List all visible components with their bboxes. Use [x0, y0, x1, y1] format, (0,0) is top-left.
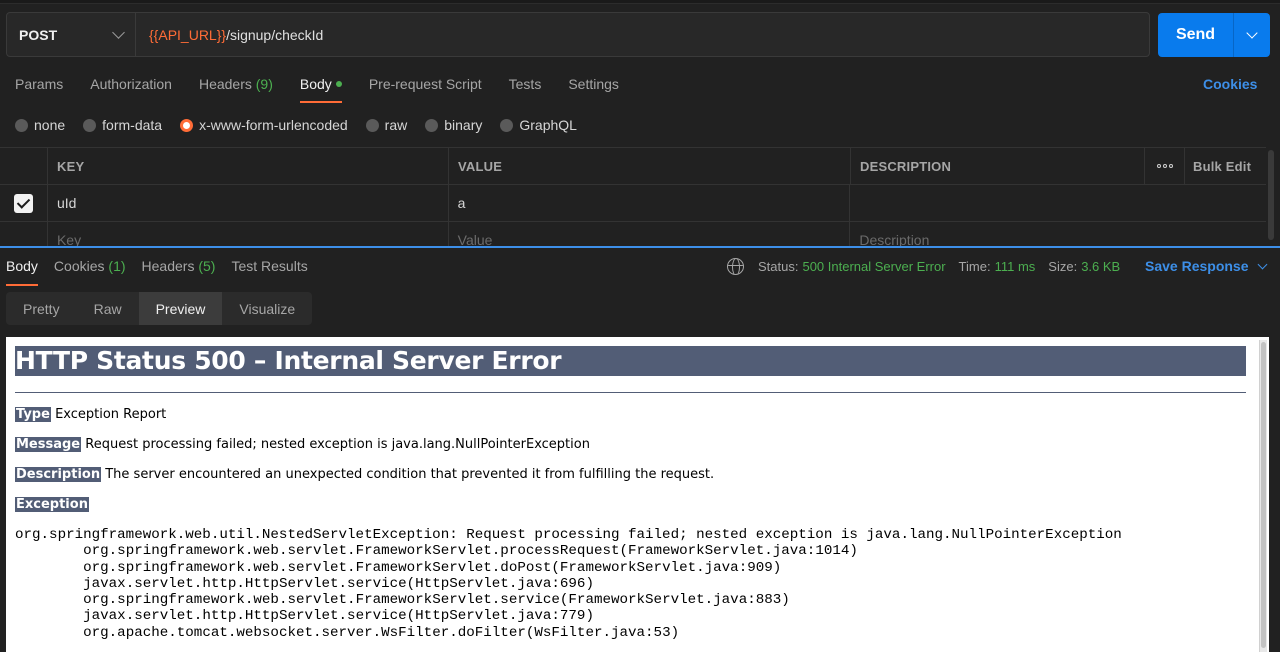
- resp-tab-test-results[interactable]: Test Results: [231, 258, 307, 280]
- preview-scrollbar[interactable]: [1259, 340, 1267, 652]
- response-tabs: Body Cookies (1) Headers (5) Test Result…: [6, 258, 324, 286]
- radio-circle-icon: [425, 118, 439, 132]
- table-scrollbar[interactable]: [1268, 150, 1274, 240]
- pane-resize-handle[interactable]: [0, 246, 1280, 248]
- radio-raw[interactable]: raw: [365, 117, 407, 133]
- send-button[interactable]: Send: [1158, 13, 1234, 57]
- method-label: POST: [19, 26, 58, 43]
- url-variable: {{API_URL}}: [149, 26, 227, 43]
- view-tab-preview[interactable]: Preview: [138, 292, 223, 325]
- description-cell[interactable]: [850, 185, 1266, 221]
- chevron-down-icon: [1257, 259, 1267, 269]
- chevron-down-icon: [1246, 27, 1258, 39]
- cookies-count: (1): [108, 258, 126, 274]
- cookies-link[interactable]: Cookies: [1203, 76, 1257, 92]
- request-bar: POST {{API_URL}}/signup/checkId: [6, 12, 1150, 57]
- more-options-button[interactable]: [1145, 148, 1185, 184]
- resp-tab-cookies[interactable]: Cookies (1): [54, 258, 126, 280]
- type-label: Type: [15, 407, 51, 422]
- bulk-edit-button[interactable]: Bulk Edit: [1185, 148, 1266, 184]
- key-cell[interactable]: uId: [48, 185, 449, 221]
- stack-trace: org.springframework.web.util.NestedServl…: [15, 527, 1122, 641]
- message-label: Message: [15, 437, 82, 452]
- type-line: Type Exception Report: [15, 407, 167, 422]
- radio-form-data[interactable]: form-data: [83, 117, 162, 133]
- url-path: /signup/checkId: [226, 26, 324, 43]
- resp-tab-body[interactable]: Body: [6, 258, 38, 286]
- save-response-button[interactable]: Save Response: [1145, 258, 1267, 274]
- method-select[interactable]: POST: [7, 13, 136, 56]
- radio-circle-icon: [15, 118, 28, 132]
- radio-circle-icon: [365, 118, 379, 132]
- description-input[interactable]: Description: [850, 222, 1266, 246]
- key-input[interactable]: Key: [48, 222, 449, 246]
- response-status: Status: 500 Internal Server Error Time: …: [727, 257, 1133, 275]
- tab-tests[interactable]: Tests: [509, 74, 542, 104]
- column-header-value: VALUE: [449, 148, 851, 184]
- tab-body[interactable]: Body: [299, 74, 342, 104]
- table-row-empty: Key Value Description: [0, 222, 1266, 246]
- params-table: KEY VALUE DESCRIPTION Bulk Edit uId a Ke…: [0, 147, 1266, 246]
- modified-dot-icon: [335, 80, 342, 87]
- chevron-down-icon: [112, 25, 125, 39]
- row-enabled-checkbox[interactable]: [13, 193, 33, 213]
- tab-pre-request-script[interactable]: Pre-request Script: [369, 74, 482, 104]
- radio-binary[interactable]: binary: [425, 117, 482, 133]
- response-preview: HTTP Status 500 – Internal Server Error …: [6, 337, 1269, 652]
- message-line: Message Request processing failed; neste…: [15, 437, 590, 452]
- request-tabs: Params Authorization Headers (9) Body Pr…: [15, 74, 646, 104]
- radio-circle-icon: [500, 118, 514, 132]
- radio-graphql[interactable]: GraphQL: [500, 117, 577, 133]
- time-value[interactable]: 111 ms: [995, 259, 1036, 274]
- send-options-button[interactable]: [1234, 13, 1270, 57]
- size-value[interactable]: 3.6 KB: [1081, 259, 1120, 274]
- window-top-strip: [0, 0, 1280, 4]
- tab-params[interactable]: Params: [15, 74, 63, 104]
- exception-line: Exception: [15, 497, 1255, 513]
- headers-count: (9): [255, 76, 273, 92]
- description-line: Description The server encountered an un…: [15, 467, 715, 482]
- table-row: uId a: [0, 185, 1266, 222]
- error-title: HTTP Status 500 – Internal Server Error: [15, 346, 1246, 376]
- body-type-radios: none form-data x-www-form-urlencoded raw…: [15, 116, 595, 134]
- resp-headers-count: (5): [198, 258, 216, 274]
- view-tab-visualize[interactable]: Visualize: [222, 292, 312, 325]
- description-label: Description: [15, 467, 102, 482]
- radio-selected-icon: [180, 118, 194, 132]
- status-value[interactable]: 500 Internal Server Error: [802, 259, 945, 274]
- send-button-group: Send: [1158, 13, 1270, 57]
- radio-urlencoded[interactable]: x-www-form-urlencoded: [180, 117, 348, 133]
- radio-circle-icon: [83, 118, 97, 132]
- view-mode-tabs: Pretty Raw Preview Visualize: [6, 292, 313, 325]
- view-tab-pretty[interactable]: Pretty: [6, 292, 77, 325]
- divider: [15, 392, 1246, 393]
- column-header-key: KEY: [48, 148, 449, 184]
- tab-headers[interactable]: Headers (9): [199, 74, 273, 104]
- more-dots-icon: [1156, 164, 1173, 168]
- exception-label: Exception: [15, 497, 89, 512]
- view-tab-raw[interactable]: Raw: [77, 292, 139, 325]
- value-cell[interactable]: a: [449, 185, 851, 221]
- globe-icon[interactable]: [727, 257, 744, 275]
- value-input[interactable]: Value: [449, 222, 851, 246]
- table-header-row: KEY VALUE DESCRIPTION Bulk Edit: [0, 148, 1266, 185]
- url-input[interactable]: {{API_URL}}/signup/checkId: [136, 27, 323, 43]
- tab-settings[interactable]: Settings: [568, 74, 619, 104]
- tab-authorization[interactable]: Authorization: [90, 74, 172, 104]
- resp-tab-headers[interactable]: Headers (5): [142, 258, 216, 280]
- radio-none[interactable]: none: [15, 117, 65, 133]
- column-header-description: DESCRIPTION: [851, 148, 1145, 184]
